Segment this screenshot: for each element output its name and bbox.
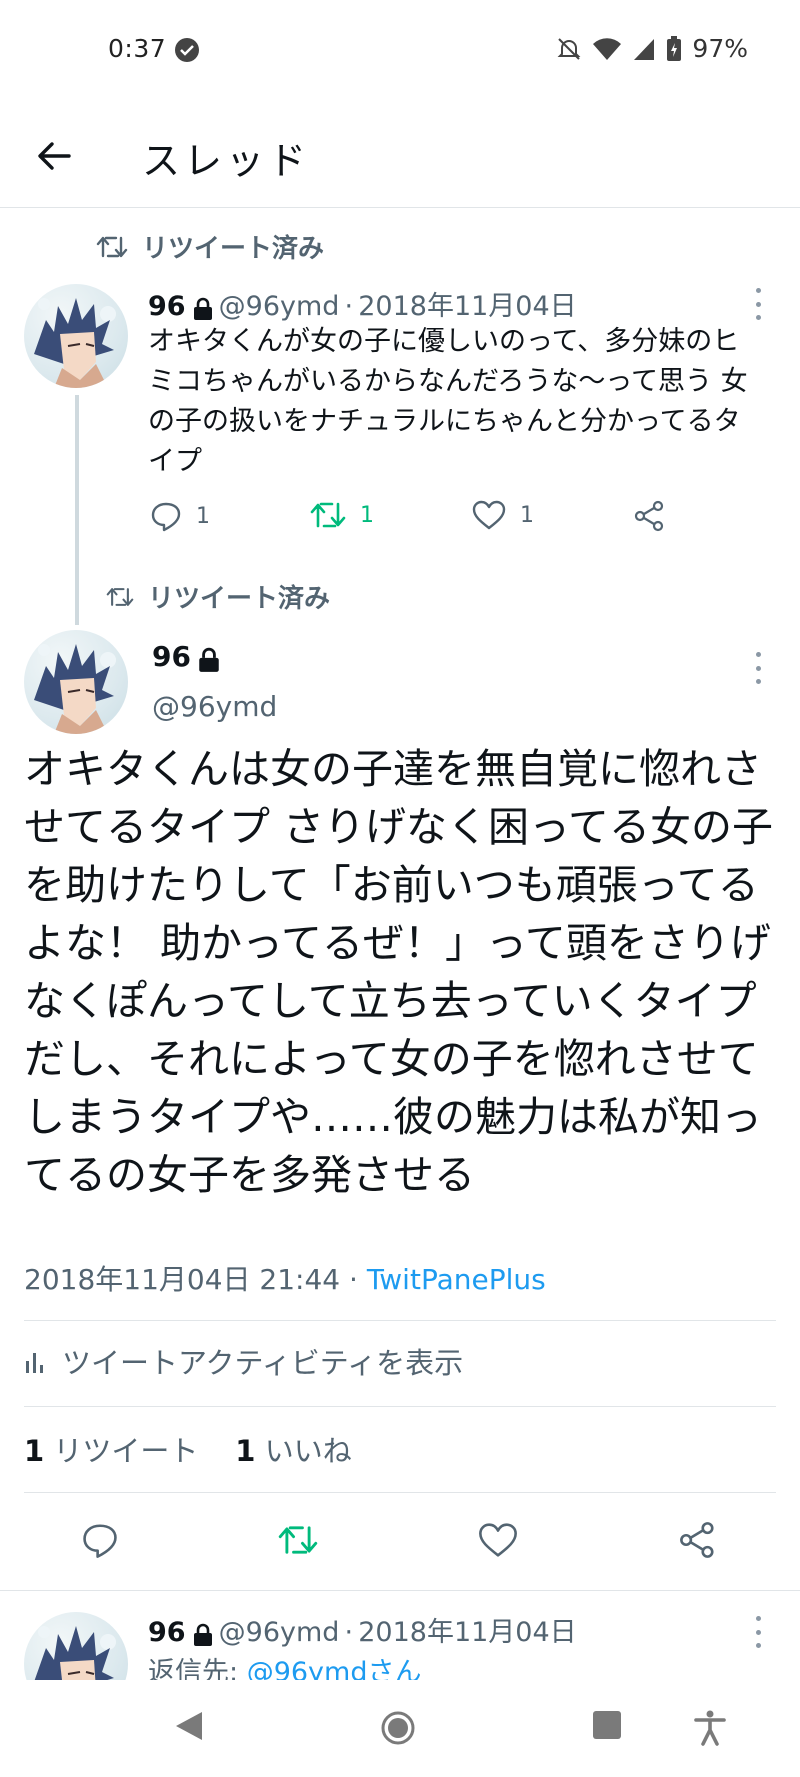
retweet-icon xyxy=(278,1526,318,1554)
tweet-header: 96 @96ymd · 2018年11月04日 xyxy=(148,284,577,325)
mute-icon xyxy=(558,37,581,60)
battery-icon xyxy=(667,35,682,61)
timestamp-separator: · xyxy=(340,1263,367,1296)
accessibility-icon xyxy=(694,1710,726,1746)
status-time: 0:37 xyxy=(108,34,167,63)
share-button[interactable] xyxy=(634,500,666,532)
share-icon xyxy=(680,1522,714,1558)
tweet-date: 2018年11月04日 xyxy=(358,1617,577,1648)
tweet-header: 96 xyxy=(152,640,221,677)
retweeted-label: リツイート済み xyxy=(142,234,325,264)
tweet-text: オキタくんが女の子に優しいのって、多分妹のヒミコちゃんがいるからなんだろうな〜っ… xyxy=(148,326,748,477)
like-button[interactable] xyxy=(478,1520,518,1560)
likes-label[interactable]: いいね xyxy=(265,1434,352,1468)
divider xyxy=(24,1406,776,1407)
more-options-icon[interactable] xyxy=(748,284,768,324)
share-icon xyxy=(634,500,664,532)
nav-back-button[interactable] xyxy=(174,1710,204,1742)
retweeted-label: リツイート済み xyxy=(148,584,331,614)
user-name[interactable]: 96 xyxy=(148,1617,186,1648)
back-button[interactable] xyxy=(28,130,80,182)
tweet-text: オキタくんは女の子達を無自覚に惚れさせてるタイプ さりげなく困ってる女の子を助け… xyxy=(24,745,773,1199)
status-icons: 97% xyxy=(556,34,748,63)
tweet-header: 96 @96ymd · 2018年11月04日 xyxy=(148,1610,577,1651)
avatar[interactable] xyxy=(24,630,128,734)
divider xyxy=(24,1492,776,1493)
reply-button[interactable] xyxy=(80,1520,120,1560)
retweet-button[interactable] xyxy=(278,1520,318,1560)
more-options-icon[interactable] xyxy=(748,1612,768,1652)
like-button[interactable]: 1 xyxy=(472,500,534,530)
recents-square-icon xyxy=(593,1711,621,1739)
heart-icon xyxy=(479,1523,517,1557)
check-circle-icon xyxy=(175,38,199,62)
retweet-icon xyxy=(96,236,128,257)
reply-button[interactable]: 1 xyxy=(150,500,210,532)
retweet-icon xyxy=(106,587,134,606)
battery-percent: 97% xyxy=(692,34,748,63)
retweets-number: 1 xyxy=(24,1434,45,1468)
user-name[interactable]: 96 xyxy=(152,640,191,673)
share-button[interactable] xyxy=(678,1520,718,1560)
lock-icon xyxy=(192,297,214,325)
retweet-count: 1 xyxy=(360,502,374,528)
avatar[interactable] xyxy=(24,284,128,388)
engagement-counts: 1 リツイート 1 いいね xyxy=(24,1428,352,1470)
reply-count: 1 xyxy=(196,503,210,529)
tweet-timestamp: 2018年11月04日 21:44 · TwitPanePlus xyxy=(24,1258,546,1298)
signal-icon xyxy=(634,38,655,60)
system-nav-bar xyxy=(0,1680,800,1777)
lock-icon xyxy=(197,647,221,677)
user-handle[interactable]: @96ymd xyxy=(219,291,340,322)
meta-separator: · xyxy=(344,1617,354,1648)
divider xyxy=(24,1320,776,1321)
lock-icon xyxy=(192,1623,214,1651)
wifi-icon xyxy=(593,37,622,60)
likes-number: 1 xyxy=(235,1434,256,1468)
meta-separator: · xyxy=(344,291,354,322)
retweeted-indicator: リツイート済み xyxy=(106,578,330,615)
reply-context: 返信先: @96ymdさん xyxy=(148,1650,421,1682)
more-options-icon[interactable] xyxy=(748,648,768,688)
retweets-label[interactable]: リツイート xyxy=(53,1434,198,1468)
tweet-activity-label: ツイートアクティビティを表示 xyxy=(62,1346,464,1380)
thread-connector xyxy=(75,395,79,625)
home-circle-icon xyxy=(381,1711,415,1745)
back-arrow-icon xyxy=(38,142,71,170)
tweet-activity-link[interactable]: ツイートアクティビティを表示 xyxy=(24,1340,463,1382)
tweet-actions: 1 1 1 xyxy=(150,500,690,540)
main-tweet-actions xyxy=(0,1500,800,1580)
user-handle[interactable]: @96ymd xyxy=(152,690,277,723)
retweeted-indicator: リツイート済み xyxy=(96,228,324,265)
like-count: 1 xyxy=(520,502,534,528)
nav-recents-button[interactable] xyxy=(592,1710,622,1740)
back-triangle-icon xyxy=(176,1712,202,1740)
tweet-date: 2018年11月04日 xyxy=(358,291,577,322)
retweet-button[interactable]: 1 xyxy=(310,500,374,530)
reply-mention[interactable]: @96ymdさん xyxy=(247,1657,422,1682)
timestamp: 2018年11月04日 21:44 xyxy=(24,1263,341,1296)
reply-icon xyxy=(151,502,181,532)
analytics-icon xyxy=(26,1353,43,1373)
user-name[interactable]: 96 xyxy=(148,291,186,322)
nav-home-button[interactable] xyxy=(380,1710,416,1746)
source-link[interactable]: TwitPanePlus xyxy=(367,1263,546,1296)
divider xyxy=(0,1590,800,1591)
user-handle[interactable]: @96ymd xyxy=(219,1617,340,1648)
retweet-icon xyxy=(310,502,346,528)
status-bar: 0:37 97% xyxy=(0,0,800,100)
nav-accessibility-button[interactable] xyxy=(694,1710,726,1746)
page-title: スレッド xyxy=(142,139,311,183)
heart-icon xyxy=(472,500,506,530)
reply-prefix: 返信先: xyxy=(148,1657,247,1682)
app-header: スレッド xyxy=(0,100,800,208)
reply-icon xyxy=(83,1524,117,1558)
